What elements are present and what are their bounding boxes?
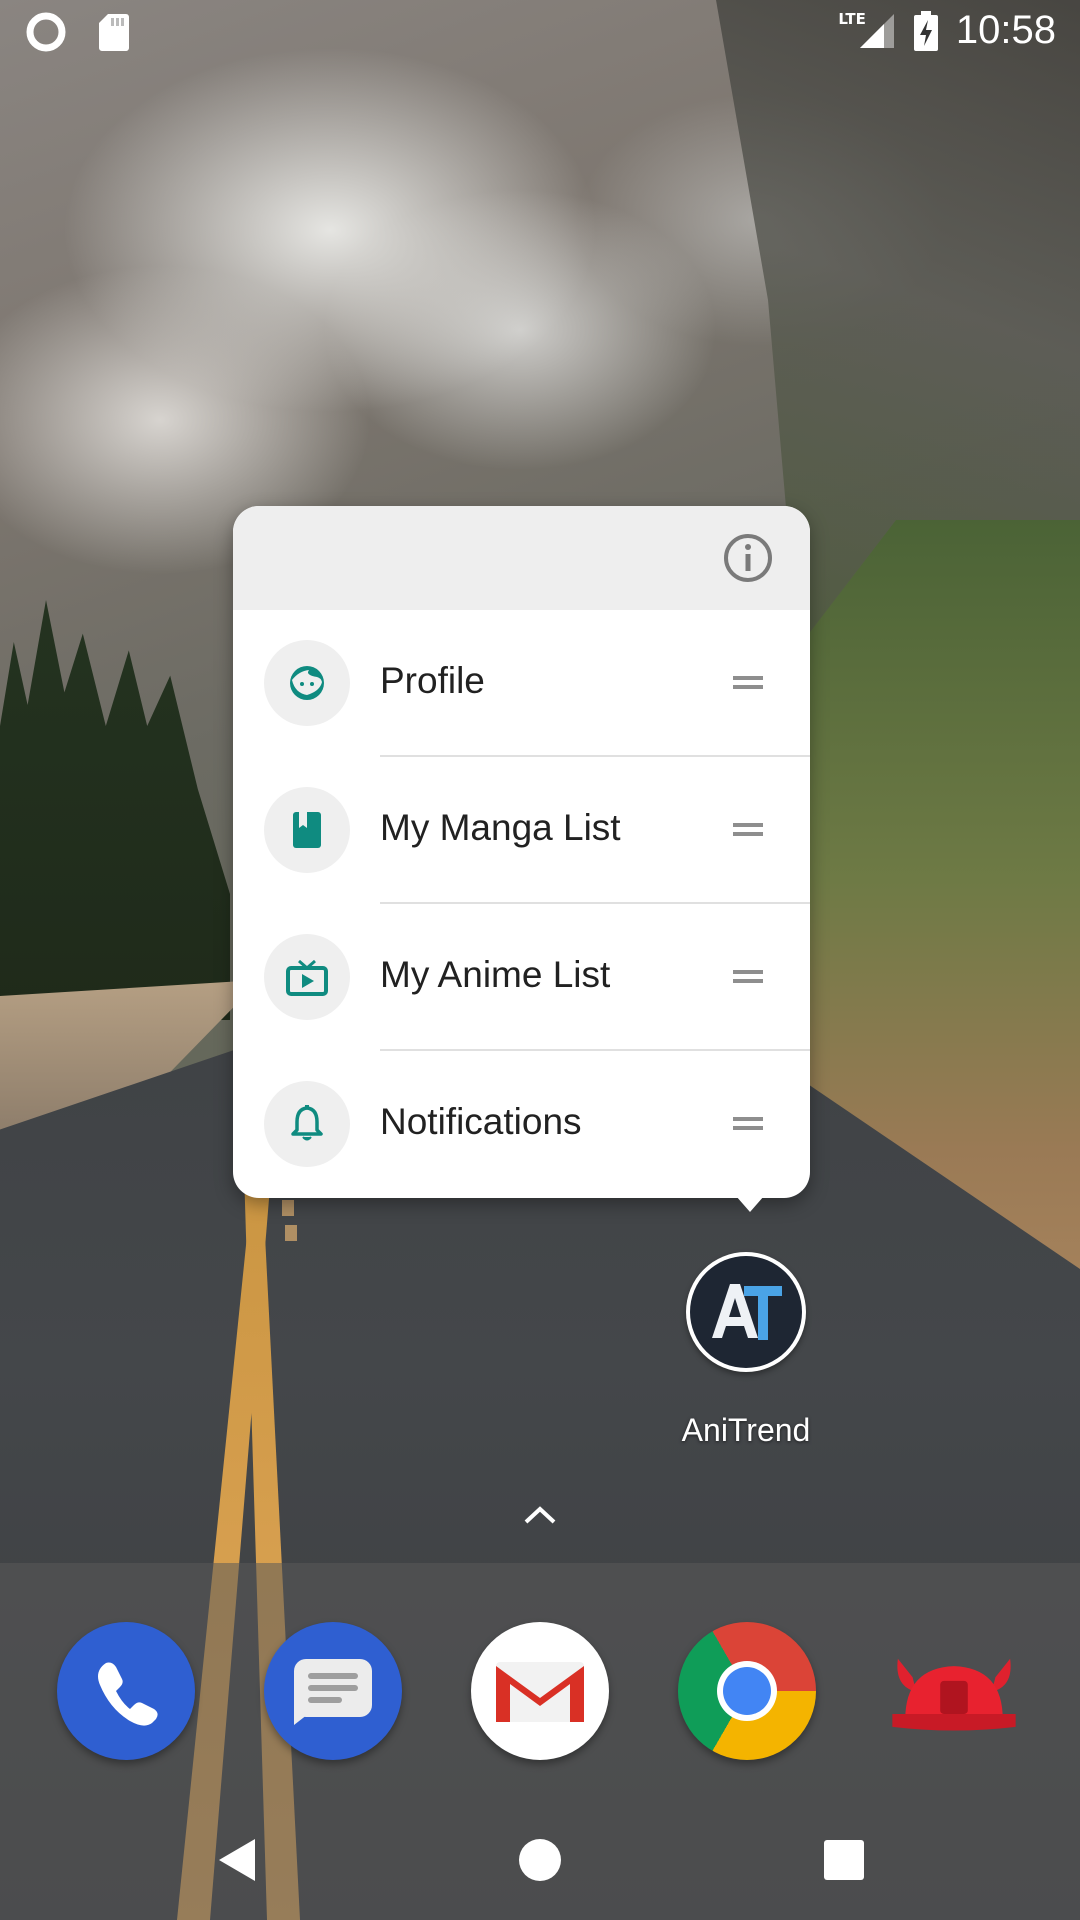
shortcut-label: My Anime List — [380, 954, 611, 995]
sd-card-icon — [99, 14, 129, 51]
gmail-icon — [496, 1662, 584, 1722]
book-icon — [293, 812, 321, 848]
opera-max-icon — [892, 1658, 1016, 1731]
shortcut-item-profile[interactable]: Profile — [233, 610, 810, 757]
profile-face-icon — [290, 666, 324, 700]
navigation-bar — [0, 1800, 1080, 1920]
popup-pointer — [736, 1196, 764, 1212]
gmail-app-icon[interactable] — [471, 1622, 609, 1760]
back-button[interactable] — [206, 1830, 266, 1890]
shortcut-label: My Manga List — [380, 807, 621, 848]
drag-handle-icon[interactable] — [733, 1117, 763, 1131]
recents-button[interactable] — [814, 1830, 874, 1890]
popup-header — [233, 506, 810, 610]
back-icon — [219, 1839, 255, 1881]
chevron-up-icon[interactable] — [520, 1500, 560, 1530]
app-shortcuts-popup: Profile My Manga List My Anime List Noti… — [233, 506, 810, 1212]
clock: 10:58 — [955, 8, 1056, 52]
circle-notification-icon — [26, 12, 66, 52]
drag-handle-icon[interactable] — [733, 676, 763, 690]
shortcut-item-notifications[interactable]: Notifications — [233, 1051, 810, 1198]
messages-icon — [294, 1659, 372, 1725]
bell-icon — [291, 1105, 323, 1141]
chrome-icon — [717, 1661, 777, 1721]
tv-icon — [286, 959, 328, 996]
messages-app-icon[interactable] — [264, 1622, 402, 1760]
battery-charging-icon — [913, 10, 938, 51]
phone-app-icon[interactable] — [57, 1622, 195, 1760]
recents-icon — [824, 1840, 864, 1880]
status-bar: LTE 10:58 — [0, 0, 1080, 64]
phone-icon — [98, 1662, 158, 1726]
network-type: LTE — [838, 9, 866, 28]
info-icon[interactable] — [722, 532, 774, 584]
drag-handle-icon[interactable] — [733, 823, 763, 837]
shortcut-label: Notifications — [380, 1101, 582, 1142]
shortcut-item-manga-list[interactable]: My Manga List — [233, 757, 810, 904]
shortcut-item-anime-list[interactable]: My Anime List — [233, 904, 810, 1051]
opera-max-app-icon[interactable] — [885, 1622, 1023, 1760]
app-label: AniTrend — [681, 1412, 811, 1448]
anitrend-app-icon[interactable] — [686, 1252, 806, 1372]
home-button[interactable] — [510, 1830, 570, 1890]
home-icon — [519, 1839, 561, 1881]
chrome-app-icon[interactable] — [678, 1622, 816, 1760]
anitrend-icon — [712, 1284, 782, 1340]
shortcut-label: Profile — [380, 660, 485, 701]
drag-handle-icon[interactable] — [733, 970, 763, 984]
